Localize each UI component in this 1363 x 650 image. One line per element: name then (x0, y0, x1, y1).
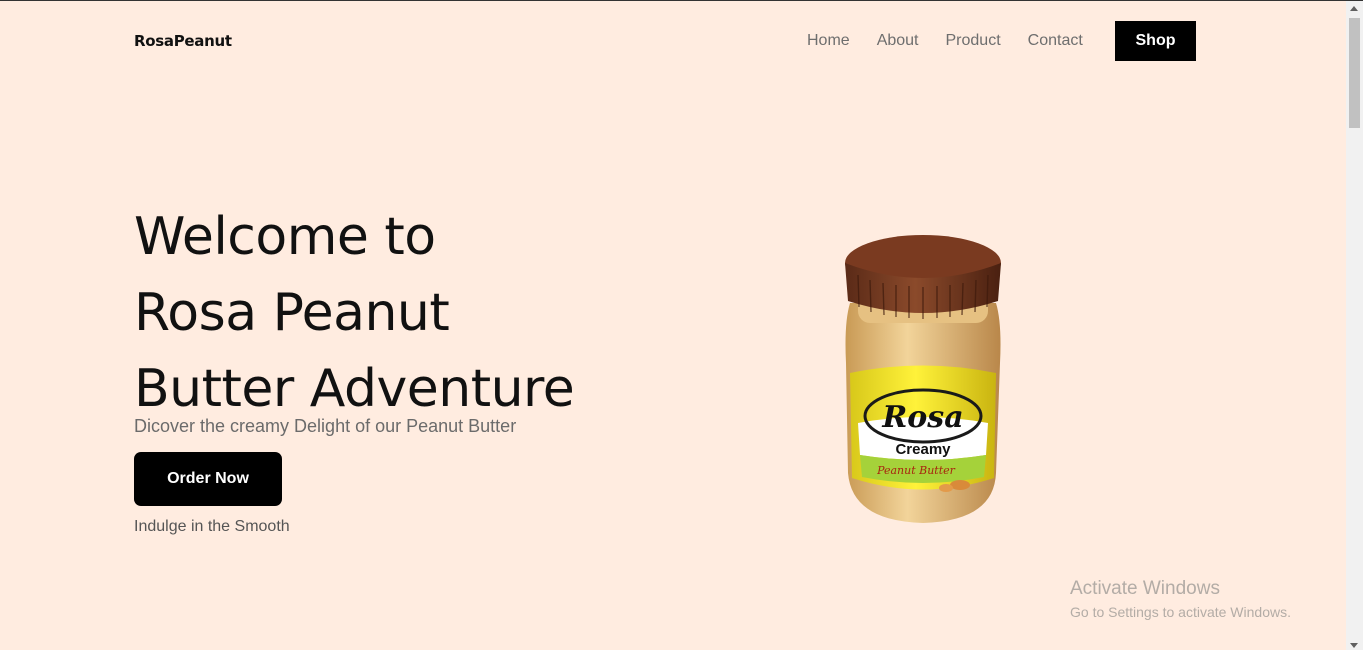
vertical-scrollbar[interactable] (1346, 1, 1363, 650)
jar-product-text: Peanut Butter (876, 464, 956, 477)
site-logo[interactable]: RosaPeanut (134, 32, 232, 50)
shop-button[interactable]: Shop (1115, 21, 1196, 61)
hero-title-line-2: Rosa Peanut (134, 283, 450, 343)
jar-brand-text: Rosa (881, 400, 963, 435)
nav-about-link[interactable]: About (877, 32, 919, 50)
scrollbar-thumb[interactable] (1349, 18, 1360, 128)
landing-page: RosaPeanut Home About Product Contact Sh… (0, 0, 1363, 650)
hero-title-line-1: Welcome to (134, 207, 436, 267)
main-nav: Home About Product Contact (807, 32, 1083, 50)
nav-contact-link[interactable]: Contact (1028, 32, 1083, 50)
nav-home-link[interactable]: Home (807, 32, 850, 50)
hero-title: Welcome to Rosa Peanut Butter Adventure (134, 199, 575, 427)
order-now-button[interactable]: Order Now (134, 452, 282, 506)
hero-tagline: Indulge in the Smooth (134, 518, 290, 535)
scroll-down-arrow-icon[interactable] (1350, 643, 1358, 648)
windows-activation-watermark: Activate Windows Go to Settings to activ… (1070, 578, 1291, 620)
scroll-up-arrow-icon[interactable] (1350, 6, 1358, 11)
watermark-subtitle: Go to Settings to activate Windows. (1070, 604, 1291, 620)
nav-product-link[interactable]: Product (946, 32, 1001, 50)
hero-subtitle: Dicover the creamy Delight of our Peanut… (134, 416, 517, 436)
jar-variant-text: Creamy (895, 441, 951, 458)
peanut-butter-jar-image: Rosa Creamy Peanut Butter (845, 235, 1001, 523)
watermark-title: Activate Windows (1070, 578, 1220, 599)
